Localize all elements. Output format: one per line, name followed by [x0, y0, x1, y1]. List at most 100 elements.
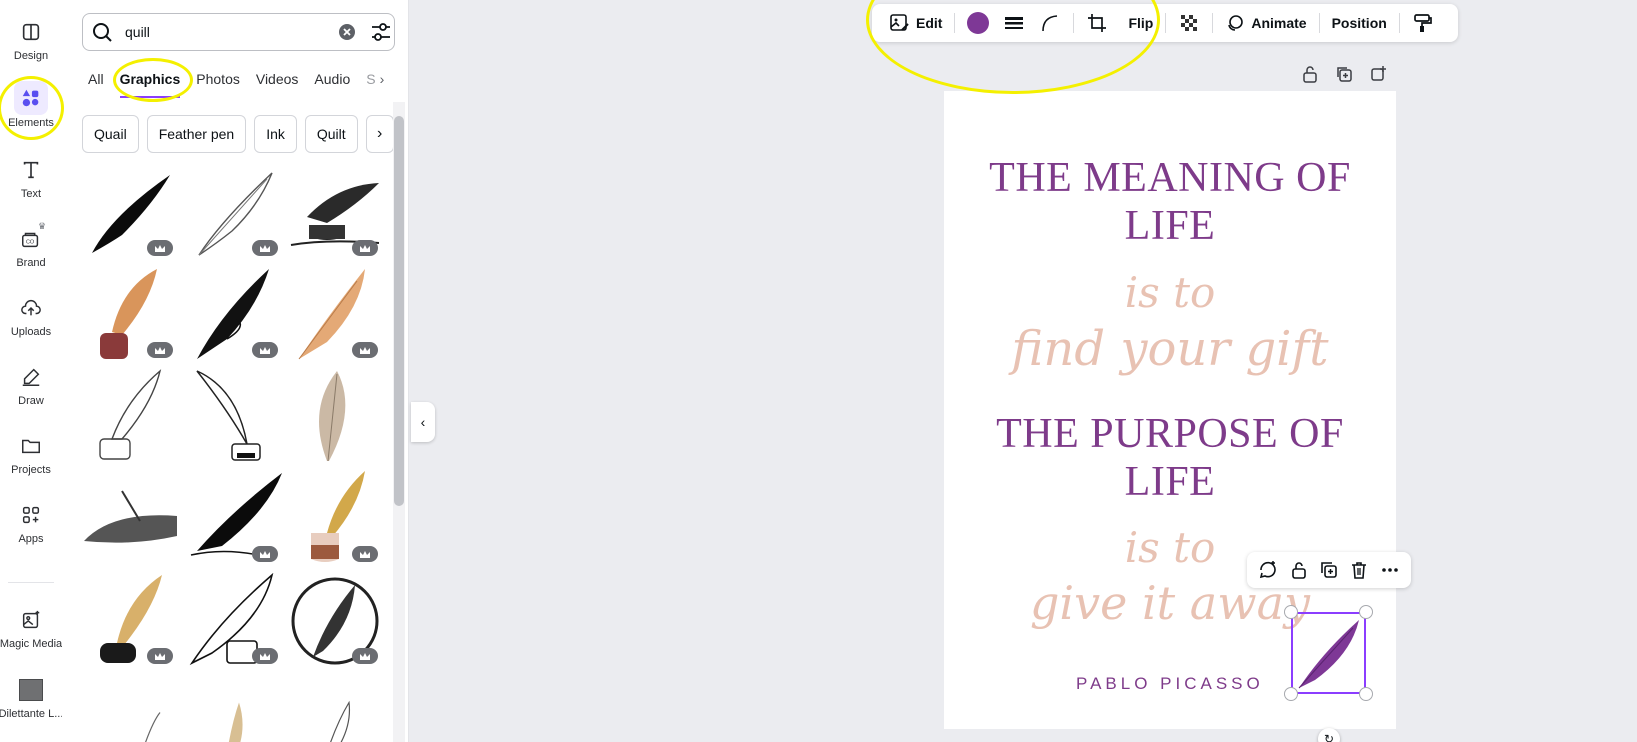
rail-item-magic-media[interactable]: Magic Media [0, 602, 62, 668]
tab-photos[interactable]: Photos [196, 68, 240, 98]
resize-handle-bottom-left[interactable] [1284, 687, 1298, 701]
filter-sliders-icon[interactable] [368, 19, 394, 45]
graphic-thumb[interactable] [287, 165, 382, 260]
left-rail: Design Elements Text CO ♛ Brand Uploads [0, 0, 63, 742]
tab-videos[interactable]: Videos [256, 68, 299, 98]
context-toolbar: Edit Flip Animate Position [872, 4, 1458, 42]
panel-scrollbar-thumb[interactable] [394, 116, 404, 506]
graphic-thumb[interactable] [187, 675, 282, 742]
chip-quail[interactable]: Quail [82, 115, 139, 153]
delete-element-icon[interactable] [1347, 558, 1371, 582]
border-style-button[interactable] [999, 8, 1029, 38]
paint-roller-icon [1413, 14, 1432, 32]
heading-purpose-line2[interactable]: LIFE [944, 457, 1396, 507]
rail-item-apps[interactable]: Apps [0, 497, 62, 563]
tabs-scroll-right-icon[interactable]: › [380, 68, 385, 98]
lock-page-icon[interactable] [1298, 62, 1322, 86]
toolbar-divider [1073, 13, 1075, 33]
graphic-thumb[interactable] [287, 471, 382, 566]
graphic-thumb[interactable] [287, 573, 382, 668]
graphic-thumb[interactable] [187, 471, 282, 566]
flip-button[interactable]: Flip [1124, 8, 1157, 38]
tab-audio[interactable]: Audio [314, 68, 350, 98]
rail-divider [8, 582, 54, 583]
graphic-thumb[interactable] [82, 471, 177, 566]
script-find-your-gift[interactable]: find your gift [944, 321, 1396, 377]
graphic-thumb[interactable] [82, 369, 177, 464]
chip-quilt[interactable]: Quilt [304, 115, 358, 153]
animate-button[interactable]: Animate [1221, 8, 1310, 38]
copy-style-button[interactable] [1408, 8, 1438, 38]
graphic-thumb[interactable] [287, 675, 382, 742]
heading-meaning-line2[interactable]: LIFE [944, 201, 1396, 251]
rail-label-magic-media: Magic Media [0, 638, 63, 650]
search-box[interactable] [82, 13, 395, 51]
rail-item-text[interactable]: Text [0, 152, 62, 218]
rail-item-projects[interactable]: Projects [0, 428, 62, 494]
selected-quill-graphic[interactable] [1291, 612, 1366, 694]
rail-item-dilettante[interactable]: Dilettante L... [0, 672, 63, 738]
graphic-thumb[interactable] [187, 572, 282, 668]
author-name[interactable]: PABLO PICASSO [1076, 674, 1264, 694]
clear-search-icon[interactable] [336, 21, 358, 43]
script-is-to-1[interactable]: is to [944, 268, 1396, 317]
animate-label: Animate [1251, 15, 1307, 31]
heading-purpose-line1[interactable]: THE PURPOSE OF [944, 409, 1396, 459]
heading-meaning-line1[interactable]: THE MEANING OF [944, 153, 1396, 203]
position-button[interactable]: Position [1328, 8, 1391, 38]
text-t-icon [19, 158, 43, 182]
rail-item-draw[interactable]: Draw [0, 359, 62, 425]
resize-handle-bottom-right[interactable] [1359, 687, 1373, 701]
graphic-thumb[interactable] [187, 267, 282, 362]
graphic-thumb[interactable] [187, 369, 282, 464]
graphic-thumb[interactable] [82, 573, 177, 668]
color-swatch [967, 12, 990, 34]
graphic-thumb[interactable] [82, 675, 177, 742]
crown-icon [155, 244, 165, 252]
rail-item-uploads[interactable]: Uploads [0, 290, 62, 356]
resize-handle-top-left[interactable] [1284, 605, 1298, 619]
duplicate-page-icon[interactable] [1332, 62, 1356, 86]
edit-image-button[interactable]: Edit [884, 8, 946, 38]
search-input[interactable] [125, 24, 310, 40]
tan-quill-partial-graphic [228, 702, 243, 742]
crown-icon [360, 550, 370, 558]
app-thumbnail [19, 678, 43, 702]
rail-label-dilettante: Dilettante L... [0, 708, 64, 720]
crop-button[interactable] [1082, 8, 1112, 38]
canva-editor: Design Elements Text CO ♛ Brand Uploads [0, 0, 1637, 742]
color-button[interactable] [963, 8, 993, 38]
lock-element-icon[interactable] [1287, 558, 1311, 582]
pro-crown-badge [252, 648, 278, 664]
rail-label-text: Text [20, 188, 42, 200]
shapes-icon [14, 81, 48, 115]
collapse-panel-button[interactable]: ‹ [411, 402, 435, 442]
element-quick-actions [1247, 552, 1411, 588]
tab-all[interactable]: All [88, 68, 104, 98]
graphic-thumb[interactable] [82, 267, 177, 362]
toolbar-divider [1212, 13, 1214, 33]
graphic-thumb[interactable] [287, 267, 382, 362]
rotate-handle-icon[interactable]: ↻ [1318, 728, 1340, 742]
rail-item-design[interactable]: Design [0, 14, 62, 80]
graphic-thumb[interactable] [82, 165, 177, 260]
chip-feather-pen[interactable]: Feather pen [146, 115, 247, 153]
add-comment-icon[interactable] [1256, 558, 1280, 582]
crown-icon [155, 652, 165, 660]
graphic-thumb[interactable] [287, 369, 382, 464]
tab-more-truncated[interactable]: S [366, 68, 375, 98]
chevron-right-icon[interactable]: › [365, 115, 394, 153]
duplicate-element-icon[interactable] [1317, 558, 1341, 582]
tab-graphics[interactable]: Graphics [119, 68, 181, 98]
toolbar-divider [1398, 13, 1400, 33]
corner-rounding-button[interactable] [1035, 8, 1065, 38]
resize-handle-top-right[interactable] [1359, 605, 1373, 619]
add-page-icon[interactable] [1366, 62, 1390, 86]
edit-image-icon [890, 14, 909, 31]
more-options-icon[interactable] [1378, 558, 1402, 582]
chip-ink[interactable]: Ink [254, 115, 297, 153]
rail-item-brand[interactable]: CO ♛ Brand [0, 221, 62, 287]
transparency-button[interactable] [1174, 8, 1204, 38]
graphic-thumb[interactable] [187, 165, 282, 260]
rail-item-elements[interactable]: Elements [0, 81, 62, 147]
